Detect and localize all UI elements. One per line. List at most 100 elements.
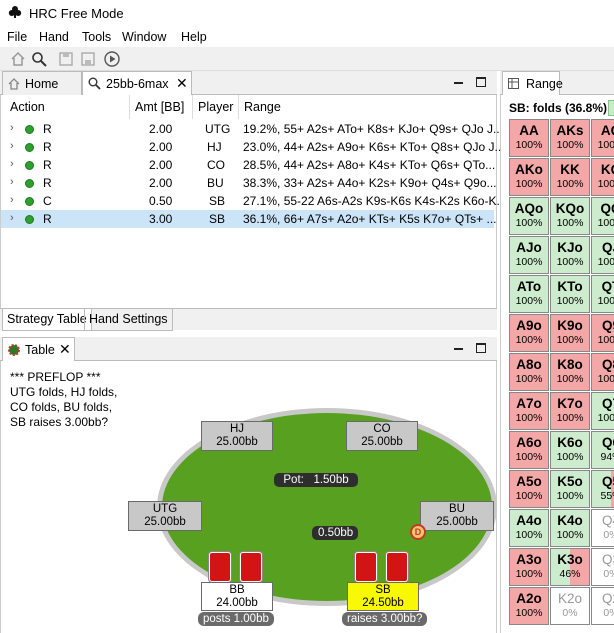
chevron-right-icon[interactable]: › <box>10 194 14 206</box>
range-cell[interactable]: Q20% <box>591 587 614 625</box>
range-cell[interactable]: K4o 100% <box>550 509 590 547</box>
seat-stack: 24.50bb <box>362 597 404 609</box>
range-cell[interactable]: QT100% <box>591 275 614 313</box>
column-header-range[interactable]: Range <box>244 100 281 114</box>
seat-bu[interactable]: BU 25.00bb <box>420 501 494 531</box>
minimize-icon[interactable] <box>454 348 463 350</box>
range-cell[interactable]: A8o 100% <box>509 353 549 391</box>
seat-utg[interactable]: UTG 25.00bb <box>128 501 202 531</box>
chevron-right-icon[interactable]: › <box>10 212 14 224</box>
table-row[interactable]: › C 0.50 SB 27.1%, 55-22 A6s-A2s K9s-K6s… <box>1 192 506 210</box>
table-row[interactable]: › R 2.00 UTG 19.2%, 55+ A2s+ ATo+ K8s+ K… <box>1 120 503 138</box>
chevron-right-icon[interactable]: › <box>10 158 14 170</box>
close-icon[interactable]: ✕ <box>59 341 71 358</box>
tab-home[interactable]: Home <box>2 71 82 95</box>
range-cell[interactable]: K7o 100% <box>550 392 590 430</box>
chevron-right-icon[interactable]: › <box>10 140 14 152</box>
column-header-player[interactable]: Player <box>198 100 233 114</box>
column-header-action[interactable]: Action <box>10 100 45 114</box>
row-amt: 0.50 <box>149 194 173 208</box>
row-player: BU <box>207 176 224 190</box>
range-cell[interactable]: K8o 100% <box>550 353 590 391</box>
range-cell-percent: 100% <box>556 256 584 268</box>
menu-window[interactable]: Window <box>122 30 166 44</box>
range-cell[interactable]: Q30% <box>591 548 614 586</box>
range-cell[interactable]: A9o 100% <box>509 314 549 352</box>
range-cell[interactable]: AA 100% <box>509 119 549 157</box>
range-cell-percent: 100% <box>515 568 543 580</box>
seat-bb[interactable]: BB 24.00bb <box>201 582 273 611</box>
range-cell[interactable]: A3o 100% <box>509 548 549 586</box>
range-cell[interactable]: K2o 0% <box>550 587 590 625</box>
range-cell[interactable]: KQ100% <box>591 158 614 196</box>
maximize-icon[interactable] <box>476 343 486 353</box>
home-icon[interactable] <box>10 51 26 67</box>
search-icon[interactable] <box>31 51 47 67</box>
chevron-right-icon[interactable]: › <box>10 122 14 134</box>
row-action: C <box>43 194 52 208</box>
range-cell[interactable]: AQo 100% <box>509 197 549 235</box>
minimize-icon[interactable] <box>454 82 463 84</box>
tab-table[interactable]: Table ✕ <box>2 337 75 361</box>
range-cell[interactable]: A2o 100% <box>509 587 549 625</box>
range-cell-percent: 100% <box>556 490 584 502</box>
menu-tools[interactable]: Tools <box>82 30 111 44</box>
range-cell[interactable]: Q40% <box>591 509 614 547</box>
range-cell-hand: AQo <box>514 201 544 216</box>
status-dot <box>25 161 34 170</box>
pot-value: 1.50bb <box>313 474 349 486</box>
range-cell[interactable]: A5o 100% <box>509 470 549 508</box>
range-cell[interactable]: Q555% <box>591 470 614 508</box>
range-cell[interactable]: K6o 100% <box>550 431 590 469</box>
tab-range[interactable]: Range <box>502 71 563 95</box>
seat-hj[interactable]: HJ 25.00bb <box>201 421 273 451</box>
seat-co[interactable]: CO 25.00bb <box>346 421 418 451</box>
status-dot <box>25 215 34 224</box>
tab-25bb-6max[interactable]: 25bb-6max ✕ <box>82 71 192 95</box>
range-cell-percent: 100% <box>556 334 584 346</box>
table-row-selected[interactable]: › R 3.00 SB 36.1%, 66+ A7s+ A2o+ KTs+ K5… <box>1 210 497 228</box>
tab-25bb-6max-label: 25bb-6max <box>106 77 169 91</box>
save-icon[interactable] <box>58 51 74 67</box>
range-cell[interactable]: AJo 100% <box>509 236 549 274</box>
range-cell[interactable]: K9o 100% <box>550 314 590 352</box>
menu-file[interactable]: File <box>7 30 27 44</box>
menu-hand[interactable]: Hand <box>39 30 69 44</box>
maximize-icon[interactable] <box>476 77 486 87</box>
range-cell[interactable]: A7o 100% <box>509 392 549 430</box>
close-icon[interactable]: ✕ <box>176 75 188 92</box>
column-header-amt[interactable]: Amt [BB] <box>135 100 184 114</box>
range-cell[interactable]: K3o 46% <box>550 548 590 586</box>
range-cell[interactable]: ATo 100% <box>509 275 549 313</box>
range-cell-hand: A2o <box>516 591 542 606</box>
range-cell[interactable]: Q7100% <box>591 392 614 430</box>
range-cell[interactable]: K5o 100% <box>550 470 590 508</box>
play-icon[interactable] <box>104 51 120 67</box>
range-cell[interactable]: KQo 100% <box>550 197 590 235</box>
range-cell[interactable]: A6o 100% <box>509 431 549 469</box>
range-cell[interactable]: KK 100% <box>550 158 590 196</box>
range-cell[interactable]: Q8100% <box>591 353 614 391</box>
range-cell[interactable]: QJ100% <box>591 236 614 274</box>
table-row[interactable]: › R 2.00 HJ 23.0%, 44+ A2s+ A9o+ K6s+ KT… <box>1 138 505 156</box>
range-cell-hand: K8o <box>557 357 583 372</box>
range-cell[interactable]: AKs 100% <box>550 119 590 157</box>
table-row[interactable]: › R 2.00 CO 28.5%, 44+ A2s+ A8o+ K4s+ KT… <box>1 156 495 174</box>
chevron-right-icon[interactable]: › <box>10 176 14 188</box>
range-cell[interactable]: AQ100% <box>591 119 614 157</box>
range-cell[interactable]: QQ100% <box>591 197 614 235</box>
menu-help[interactable]: Help <box>181 30 207 44</box>
row-range: 19.2%, 55+ A2s+ ATo+ K8s+ KJo+ Q9s+ QJo … <box>243 122 503 136</box>
range-cell[interactable]: AKo 100% <box>509 158 549 196</box>
save-all-icon[interactable] <box>80 51 96 67</box>
strategy-bottom-tabs: Strategy Table Hand Settings <box>0 308 497 331</box>
range-cell[interactable]: Q9100% <box>591 314 614 352</box>
table-row[interactable]: › R 2.00 BU 38.3%, 33+ A2s+ A4o+ K2s+ K9… <box>1 174 497 192</box>
tab-hand-settings[interactable]: Hand Settings <box>84 309 173 331</box>
seat-sb[interactable]: SB 24.50bb <box>347 582 419 611</box>
tab-strategy-table[interactable]: Strategy Table <box>2 309 92 331</box>
range-cell[interactable]: KJo 100% <box>550 236 590 274</box>
range-cell[interactable]: A4o 100% <box>509 509 549 547</box>
range-cell[interactable]: KTo 100% <box>550 275 590 313</box>
range-cell[interactable]: Q694% <box>591 431 614 469</box>
